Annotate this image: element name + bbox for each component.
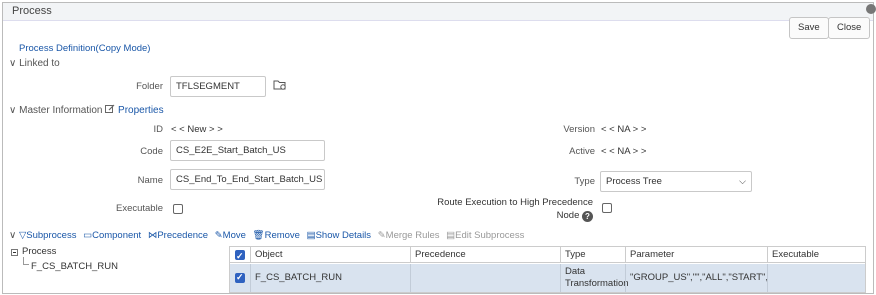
route-label-line1: Route Execution to High Precedence xyxy=(437,197,593,208)
column-header-parameter[interactable]: Parameter xyxy=(625,247,767,262)
name-label: Name xyxy=(137,175,163,186)
grid-header-select xyxy=(230,247,250,264)
move-button[interactable]: ✎Move xyxy=(215,230,249,241)
folder-field[interactable]: TFLSEGMENT xyxy=(170,76,266,97)
table-row[interactable]: F_CS_BATCH_RUN Data Transformation "GROU… xyxy=(230,264,865,292)
folder-browse-icon[interactable] xyxy=(273,79,287,90)
column-header-executable[interactable]: Executable xyxy=(767,247,865,262)
save-button[interactable]: Save xyxy=(789,17,829,39)
chevron-down-icon: ∨ xyxy=(9,105,17,116)
title-bar: Process xyxy=(3,3,876,21)
active-label: Active xyxy=(569,146,595,157)
process-window: Process Save Close Process Definition(Co… xyxy=(2,2,876,294)
edit-icon: ▤ xyxy=(446,230,456,241)
component-icon: ▭ xyxy=(83,230,93,241)
column-header-type[interactable]: Type xyxy=(560,247,625,262)
collapse-tree-icon[interactable] xyxy=(11,249,18,256)
subprocess-grid: Object Precedence Type Parameter Executa… xyxy=(229,246,866,293)
code-field[interactable]: CS_E2E_Start_Batch_US xyxy=(170,140,325,161)
properties-label: Properties xyxy=(118,105,164,116)
chevron-down-icon: ∨ xyxy=(9,58,17,69)
type-select-value: Process Tree xyxy=(606,176,662,187)
route-execution-label: Route Execution to High Precedence Node … xyxy=(433,196,593,222)
merge-icon: ✎ xyxy=(377,230,386,241)
tree-root-process[interactable]: Process xyxy=(22,246,56,257)
cell-object: F_CS_BATCH_RUN xyxy=(250,264,410,292)
version-value: < < NA > > xyxy=(601,124,647,135)
executable-label: Executable xyxy=(115,203,163,214)
tree-connector xyxy=(23,257,29,265)
id-value: < < New > > xyxy=(171,124,223,135)
grid-header-row: Object Precedence Type Parameter Executa… xyxy=(230,247,865,264)
column-header-precedence[interactable]: Precedence xyxy=(410,247,560,262)
linked-to-section[interactable]: ∨ Linked to xyxy=(9,58,60,69)
chevron-down-icon[interactable]: ∨ xyxy=(9,230,16,241)
trash-icon: 🗑 xyxy=(252,230,265,241)
row-select-cell xyxy=(230,264,250,292)
edit-subprocess-button[interactable]: ▤Edit Subprocess xyxy=(446,230,524,241)
component-button[interactable]: ▭Component xyxy=(83,230,144,241)
cell-executable xyxy=(767,264,865,292)
cell-precedence xyxy=(410,264,560,292)
cell-type-line2: Transformation xyxy=(565,278,629,289)
breadcrumb[interactable]: Process Definition(Copy Mode) xyxy=(19,43,150,54)
type-select[interactable]: Process Tree ⌵ xyxy=(600,171,752,192)
merge-rules-button[interactable]: ✎Merge Rules xyxy=(378,230,442,241)
subprocess-toolbar: ∨ ▽Subprocess ▭Component ⋈Precedence ✎Mo… xyxy=(9,230,524,241)
code-label: Code xyxy=(140,146,163,157)
active-value: < < NA > > xyxy=(601,146,647,157)
move-icon: ✎ xyxy=(214,230,223,241)
tree-child-node[interactable]: F_CS_BATCH_RUN xyxy=(31,261,118,272)
master-information-section[interactable]: ∨ Master Information Properties xyxy=(9,104,164,116)
properties-link[interactable]: Properties xyxy=(105,104,164,116)
linked-to-label: Linked to xyxy=(19,58,60,69)
cell-parameter: "GROUP_US","","ALL","START","US" xyxy=(625,264,767,292)
remove-button[interactable]: 🗑Remove xyxy=(253,230,303,241)
details-icon: ▤ xyxy=(306,230,316,241)
type-label: Type xyxy=(574,176,595,187)
id-label: ID xyxy=(153,124,164,135)
version-label: Version xyxy=(563,124,595,135)
close-button[interactable]: Close xyxy=(828,17,871,39)
help-icon[interactable]: ? xyxy=(582,211,593,222)
route-execution-checkbox[interactable] xyxy=(602,203,612,213)
precedence-icon: ⋈ xyxy=(147,230,158,241)
chevron-down-icon: ⌵ xyxy=(739,176,746,186)
edit-properties-icon xyxy=(105,104,115,113)
precedence-button[interactable]: ⋈Precedence xyxy=(148,230,211,241)
subprocess-button[interactable]: ▽Subprocess xyxy=(19,230,79,241)
column-header-object[interactable]: Object xyxy=(250,247,410,262)
help-circle-icon[interactable] xyxy=(866,4,876,14)
row-checkbox[interactable] xyxy=(235,272,245,283)
show-details-button[interactable]: ▤Show Details xyxy=(307,230,374,241)
window-title: Process xyxy=(12,5,52,17)
master-information-label: Master Information xyxy=(19,105,103,116)
executable-checkbox[interactable] xyxy=(173,204,183,214)
name-field[interactable]: CS_End_To_End_Start_Batch_US xyxy=(170,169,325,190)
select-all-checkbox[interactable] xyxy=(235,249,245,264)
cell-type: Data Transformation xyxy=(560,264,629,292)
cell-type-line1: Data xyxy=(565,266,586,277)
folder-label: Folder xyxy=(136,81,163,92)
route-label-line2: Node ? xyxy=(433,209,593,222)
